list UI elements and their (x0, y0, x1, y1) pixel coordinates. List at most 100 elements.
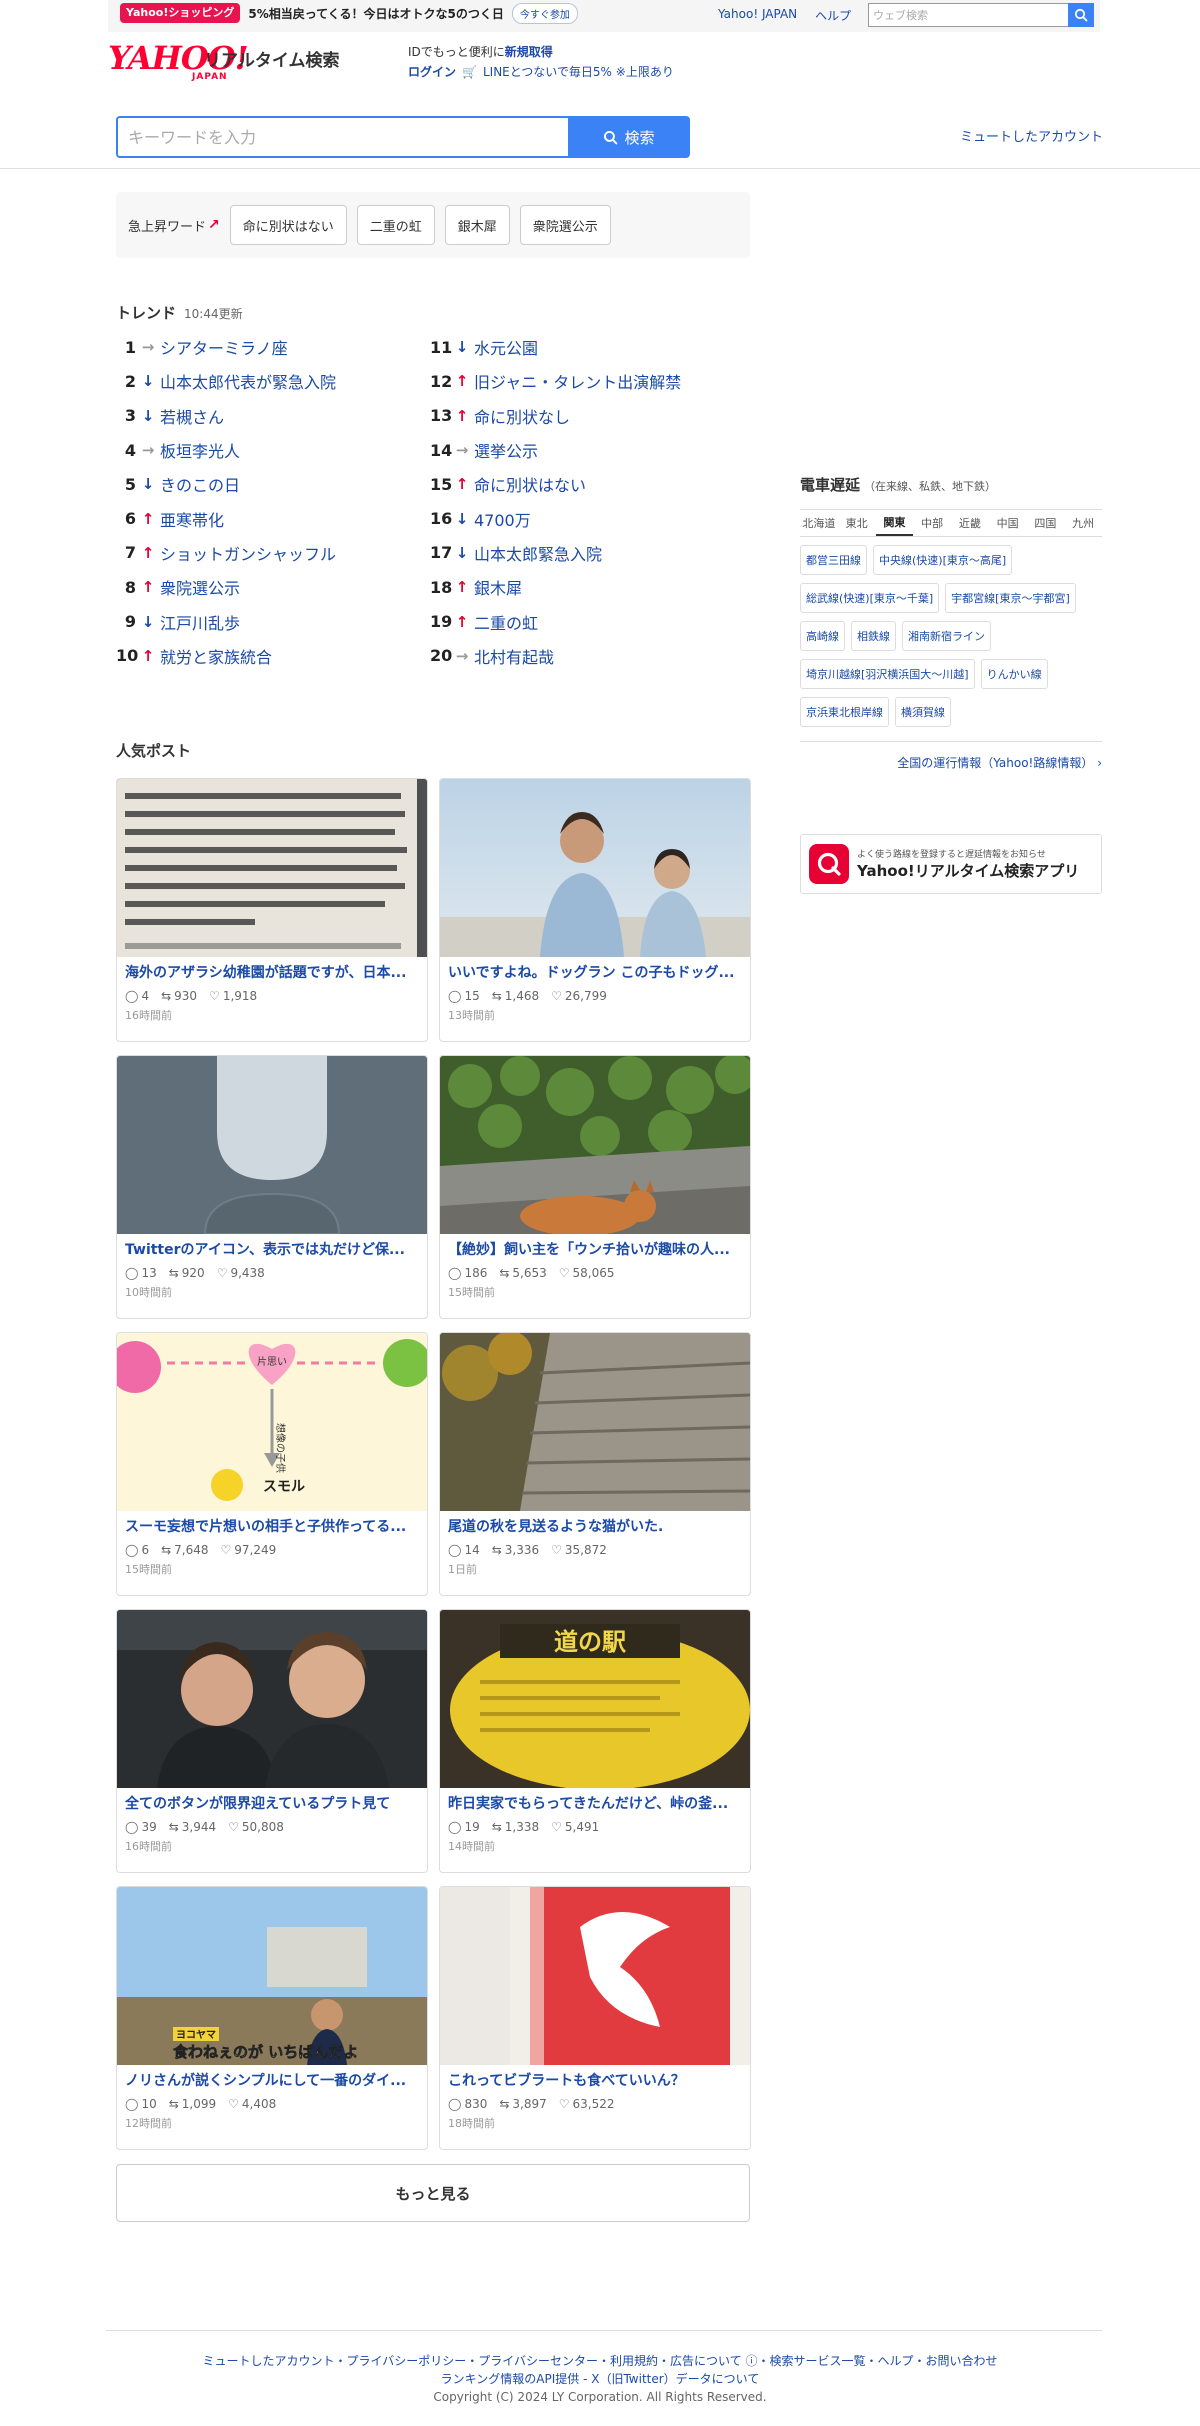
like-count[interactable]: ♡ 97,249 (221, 1543, 277, 1557)
trend-word-link[interactable]: 北村有起哉 (474, 644, 554, 668)
post-card[interactable]: 【絶妙】飼い主を「ウンチ拾いが趣味の人... ◯ 186 ⇆ 5,653 ♡ 58,0… (439, 1055, 751, 1319)
rising-word-chip[interactable]: 銀木犀 (444, 205, 510, 245)
trend-word-link[interactable]: 二重の虹 (474, 610, 538, 634)
help-link[interactable]: ヘルプ (815, 7, 851, 24)
post-title[interactable]: これってビブラートも食べていいん？ (440, 2065, 750, 2091)
trend-item[interactable]: 1 → シアターミラノ座 (116, 330, 416, 364)
region-tab[interactable]: 北海道 (800, 510, 838, 536)
trend-item[interactable]: 13 ↑ 命に別状なし (430, 399, 730, 433)
repost-count[interactable]: ⇆ 1,468 (492, 989, 539, 1003)
reply-count[interactable]: ◯ 14 (448, 1543, 480, 1557)
trend-word-link[interactable]: 江戸川乱歩 (160, 610, 240, 634)
trend-word-link[interactable]: 就労と家族統合 (160, 644, 272, 668)
trend-item[interactable]: 9 ↓ 江戸川乱歩 (116, 604, 416, 638)
trend-item[interactable]: 15 ↑ 命に別状はない (430, 467, 730, 501)
reply-count[interactable]: ◯ 39 (125, 1820, 157, 1834)
post-title[interactable]: 尾道の秋を見送るような猫がいた. (440, 1511, 750, 1537)
trend-item[interactable]: 12 ↑ 旧ジャニ・タレント出演解禁 (430, 364, 730, 398)
post-title[interactable]: ノリさんが説くシンプルにして一番のダイ... (117, 2065, 427, 2091)
trend-item[interactable]: 7 ↑ ショットガンシャッフル (116, 536, 416, 570)
like-count[interactable]: ♡ 58,065 (559, 1266, 615, 1280)
post-title[interactable]: 海外のアザラシ幼稚園が話題ですが、日本... (117, 957, 427, 983)
trend-item[interactable]: 2 ↓ 山本太郎代表が緊急入院 (116, 364, 416, 398)
post-title[interactable]: 【絶妙】飼い主を「ウンチ拾いが趣味の人... (440, 1234, 750, 1260)
repost-count[interactable]: ⇆ 1,099 (169, 2097, 216, 2111)
delayed-line-chip[interactable]: 高崎線 (800, 621, 845, 651)
web-search-button[interactable] (1068, 3, 1094, 27)
delayed-line-chip[interactable]: 横須賀線 (895, 697, 951, 727)
trend-item[interactable]: 6 ↑ 亜寒帯化 (116, 501, 416, 535)
yahoo-japan-link[interactable]: Yahoo! JAPAN (718, 7, 797, 24)
promo-text[interactable]: 5%相当戻ってくる！今日はオトクな5のつく日 (248, 5, 504, 22)
trend-item[interactable]: 5 ↓ きのこの日 (116, 467, 416, 501)
trend-word-link[interactable]: 衆院選公示 (160, 575, 240, 599)
trend-word-link[interactable]: 命に別状なし (474, 404, 570, 428)
search-button[interactable]: 検索 (568, 116, 690, 158)
shopping-promo[interactable]: Yahoo!ショッピング 5%相当戻ってくる！今日はオトクな5のつく日 今すぐ参… (120, 2, 578, 24)
trend-word-link[interactable]: 選挙公示 (474, 438, 538, 462)
post-title[interactable]: Twitterのアイコン、表示では丸だけど保... (117, 1234, 427, 1260)
delayed-line-chip[interactable]: 湘南新宿ライン (902, 621, 991, 651)
like-count[interactable]: ♡ 35,872 (551, 1543, 607, 1557)
region-tab[interactable]: 関東 (875, 510, 914, 536)
login-link[interactable]: ログイン (408, 62, 456, 82)
post-card[interactable]: ヨコヤマ 食わねぇのが いちばんだよ ノリさんが説くシンプルにして一番のダイ..… (116, 1886, 428, 2150)
trend-word-link[interactable]: 4700万 (474, 507, 531, 531)
trend-word-link[interactable]: 命に別状はない (474, 472, 586, 496)
delayed-line-chip[interactable]: 総武線(快速)[東京～千葉] (800, 583, 940, 613)
delayed-line-chip[interactable]: 宇都宮線[東京～宇都宮] (945, 583, 1076, 613)
promo-join-button[interactable]: 今すぐ参加 (511, 2, 578, 24)
trend-word-link[interactable]: 亜寒帯化 (160, 507, 224, 531)
shopping-badge[interactable]: Yahoo!ショッピング (120, 3, 241, 23)
delayed-line-chip[interactable]: 都営三田線 (800, 545, 867, 575)
like-count[interactable]: ♡ 9,438 (217, 1266, 265, 1280)
reply-count[interactable]: ◯ 186 (448, 1266, 487, 1280)
repost-count[interactable]: ⇆ 7,648 (161, 1543, 208, 1557)
web-search-input[interactable] (868, 3, 1068, 27)
delayed-line-chip[interactable]: りんかい線 (980, 659, 1048, 689)
reply-count[interactable]: ◯ 4 (125, 989, 149, 1003)
region-tab[interactable]: 中部 (913, 510, 951, 536)
yahoo-realtime-logo[interactable]: YAHOO! JAPAN リアルタイム検索 (108, 40, 388, 84)
register-link[interactable]: 新規取得 (505, 45, 553, 59)
trend-item[interactable]: 17 ↓ 山本太郎緊急入院 (430, 536, 730, 570)
reply-count[interactable]: ◯ 15 (448, 989, 480, 1003)
footer-links[interactable]: ミュートしたアカウント・プライバシーポリシー・プライバシーセンター・利用規約・広… (0, 2352, 1200, 2370)
reply-count[interactable]: ◯ 10 (125, 2097, 157, 2111)
trend-item[interactable]: 19 ↑ 二重の虹 (430, 604, 730, 638)
post-card[interactable]: 尾道の秋を見送るような猫がいた. ◯ 14 ⇆ 3,336 ♡ 35,872 1日前 (439, 1332, 751, 1596)
app-banner[interactable]: よく使う路線を登録すると遅延情報をお知らせ Yahoo!リアルタイム検索アプリ (800, 834, 1102, 894)
trend-item[interactable]: 8 ↑ 衆院選公示 (116, 570, 416, 604)
post-title[interactable]: いいですよね。ドッグラン この子もドッグ... (440, 957, 750, 983)
trend-word-link[interactable]: ショットガンシャッフル (160, 541, 336, 565)
like-count[interactable]: ♡ 4,408 (228, 2097, 276, 2111)
trend-item[interactable]: 20 → 北村有起哉 (430, 639, 730, 673)
like-count[interactable]: ♡ 1,918 (209, 989, 257, 1003)
region-tab[interactable]: 四国 (1027, 510, 1065, 536)
load-more-button[interactable]: もっと見る (116, 2164, 750, 2222)
trend-item[interactable]: 16 ↓ 4700万 (430, 501, 730, 535)
like-count[interactable]: ♡ 5,491 (551, 1820, 599, 1834)
trend-item[interactable]: 10 ↑ 就労と家族統合 (116, 639, 416, 673)
like-count[interactable]: ♡ 50,808 (228, 1820, 284, 1834)
trend-item[interactable]: 4 → 板垣李光人 (116, 433, 416, 467)
post-card[interactable]: 海外のアザラシ幼稚園が話題ですが、日本... ◯ 4 ⇆ 930 ♡ 1,918 16… (116, 778, 428, 1042)
trend-word-link[interactable]: 板垣李光人 (160, 438, 240, 462)
region-tab[interactable]: 九州 (1064, 510, 1102, 536)
delayed-line-chip[interactable]: 京浜東北根岸線 (800, 697, 889, 727)
delayed-line-chip[interactable]: 中央線(快速)[東京～高尾] (873, 545, 1013, 575)
post-title[interactable]: 全てのボタンが限界迎えているプラト見て (117, 1788, 427, 1814)
post-title[interactable]: スーモ妄想で片想いの相手と子供作ってる... (117, 1511, 427, 1537)
post-card[interactable]: いいですよね。ドッグラン この子もドッグ... ◯ 15 ⇆ 1,468 ♡ 26,7… (439, 778, 751, 1042)
muted-accounts-link[interactable]: ミュートしたアカウント (960, 126, 1103, 145)
reply-count[interactable]: ◯ 19 (448, 1820, 480, 1834)
rising-word-chip[interactable]: 命に別状はない (229, 205, 347, 245)
reply-count[interactable]: ◯ 6 (125, 1543, 149, 1557)
repost-count[interactable]: ⇆ 930 (161, 989, 197, 1003)
repost-count[interactable]: ⇆ 3,336 (492, 1543, 539, 1557)
all-train-info-link[interactable]: 全国の運行情報（Yahoo!路線情報） › (800, 754, 1102, 771)
trend-item[interactable]: 18 ↑ 銀木犀 (430, 570, 730, 604)
post-card[interactable]: 道の駅 昨日実家でもらってきたんだけど、峠の釜... ◯ 19 ⇆ 1,338 ♡ 5… (439, 1609, 751, 1873)
delayed-line-chip[interactable]: 相鉄線 (851, 621, 896, 651)
trend-item[interactable]: 14 → 選挙公示 (430, 433, 730, 467)
